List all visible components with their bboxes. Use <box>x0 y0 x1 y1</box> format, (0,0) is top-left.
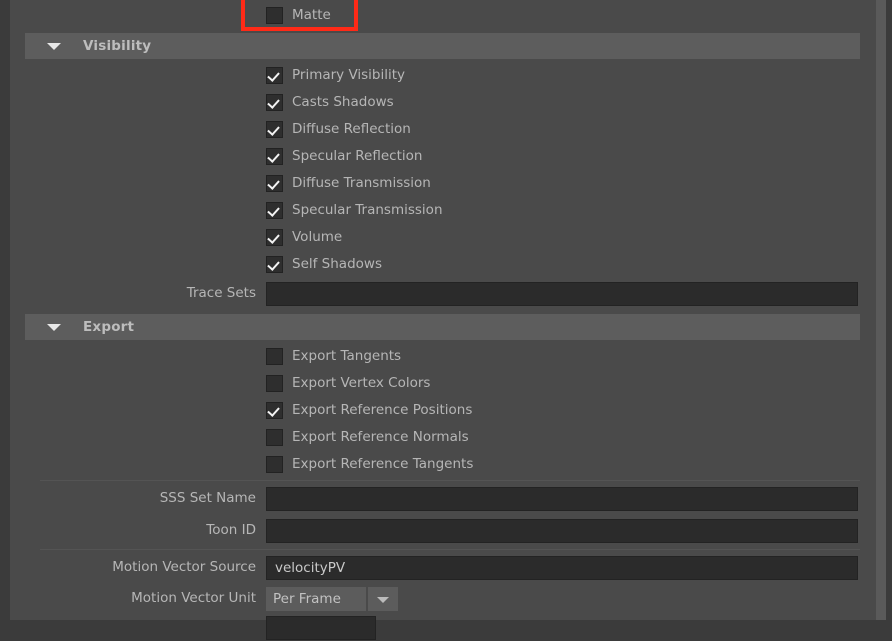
self-shadows-checkbox[interactable] <box>266 256 283 273</box>
checkbox-row-diffuse-transmission[interactable]: Diffuse Transmission <box>10 170 876 197</box>
specular-transmission-label: Specular Transmission <box>292 202 443 218</box>
toon-id-input[interactable] <box>266 519 858 543</box>
primary-visibility-label: Primary Visibility <box>292 67 406 83</box>
trace-sets-row: Trace Sets <box>10 280 876 307</box>
self-shadows-label: Self Shadows <box>292 256 382 272</box>
checkbox-row-export-reference-tangents[interactable]: Export Reference Tangents <box>10 451 876 478</box>
chevron-down-icon <box>377 597 389 603</box>
section-header-export[interactable]: Export <box>25 314 860 340</box>
separator <box>40 549 860 550</box>
section-title-export: Export <box>83 319 135 335</box>
export-vertex-colors-checkbox[interactable] <box>266 375 283 392</box>
separator <box>40 480 860 481</box>
export-vertex-colors-label: Export Vertex Colors <box>292 375 431 391</box>
export-reference-normals-label: Export Reference Normals <box>292 429 469 445</box>
diffuse-transmission-label: Diffuse Transmission <box>292 175 431 191</box>
vertical-scrollbar[interactable] <box>876 0 886 620</box>
checkbox-row-export-reference-normals[interactable]: Export Reference Normals <box>10 424 876 451</box>
matte-row[interactable]: Matte <box>10 2 876 29</box>
toon-id-label: Toon ID <box>206 522 256 538</box>
casts-shadows-label: Casts Shadows <box>292 94 394 110</box>
checkbox-row-diffuse-reflection[interactable]: Diffuse Reflection <box>10 116 876 143</box>
matte-label: Matte <box>292 7 331 23</box>
export-tangents-label: Export Tangents <box>292 348 402 364</box>
checkbox-row-primary-visibility[interactable]: Primary Visibility <box>10 62 876 89</box>
specular-reflection-label: Specular Reflection <box>292 148 423 164</box>
motion-vector-unit-row: Motion Vector Unit Per Frame <box>10 585 876 612</box>
trace-sets-label: Trace Sets <box>186 285 256 301</box>
settings-panel: Matte Visibility Primary Visibility Cast… <box>10 0 876 640</box>
right-edge <box>886 0 892 620</box>
sss-set-name-label: SSS Set Name <box>159 490 256 506</box>
section-title-visibility: Visibility <box>83 38 152 54</box>
motion-vector-unit-label: Motion Vector Unit <box>131 590 256 606</box>
motion-vector-source-input[interactable]: velocityPV <box>266 556 858 580</box>
diffuse-reflection-label: Diffuse Reflection <box>292 121 411 137</box>
volume-label: Volume <box>292 229 343 245</box>
motion-vector-unit-dropdown-button[interactable] <box>368 587 398 611</box>
sss-set-name-row: SSS Set Name <box>10 485 876 512</box>
volume-checkbox[interactable] <box>266 229 283 246</box>
specular-transmission-checkbox[interactable] <box>266 202 283 219</box>
left-gutter <box>0 0 10 620</box>
section-header-visibility[interactable]: Visibility <box>25 33 860 59</box>
export-reference-tangents-label: Export Reference Tangents <box>292 456 474 472</box>
motion-vector-source-row: Motion Vector Source velocityPV <box>10 554 876 581</box>
checkbox-row-self-shadows[interactable]: Self Shadows <box>10 251 876 278</box>
triangle-down-icon[interactable] <box>47 324 61 331</box>
checkbox-row-export-vertex-colors[interactable]: Export Vertex Colors <box>10 370 876 397</box>
export-reference-positions-label: Export Reference Positions <box>292 402 473 418</box>
checkbox-row-specular-reflection[interactable]: Specular Reflection <box>10 143 876 170</box>
export-reference-positions-checkbox[interactable] <box>266 402 283 419</box>
motion-vector-source-label: Motion Vector Source <box>112 559 256 575</box>
export-reference-tangents-checkbox[interactable] <box>266 456 283 473</box>
attribute-editor-panel: Matte Visibility Primary Visibility Cast… <box>0 0 892 640</box>
diffuse-reflection-checkbox[interactable] <box>266 121 283 138</box>
partial-row-bottom <box>10 614 876 641</box>
checkbox-row-casts-shadows[interactable]: Casts Shadows <box>10 89 876 116</box>
matte-checkbox[interactable] <box>266 7 283 24</box>
export-tangents-checkbox[interactable] <box>266 348 283 365</box>
checkbox-row-volume[interactable]: Volume <box>10 224 876 251</box>
trace-sets-input[interactable] <box>266 282 858 306</box>
sss-set-name-input[interactable] <box>266 487 858 511</box>
specular-reflection-checkbox[interactable] <box>266 148 283 165</box>
casts-shadows-checkbox[interactable] <box>266 94 283 111</box>
toon-id-row: Toon ID <box>10 517 876 544</box>
primary-visibility-checkbox[interactable] <box>266 67 283 84</box>
checkbox-row-specular-transmission[interactable]: Specular Transmission <box>10 197 876 224</box>
export-reference-normals-checkbox[interactable] <box>266 429 283 446</box>
diffuse-transmission-checkbox[interactable] <box>266 175 283 192</box>
triangle-down-icon[interactable] <box>47 43 61 50</box>
checkbox-row-export-reference-positions[interactable]: Export Reference Positions <box>10 397 876 424</box>
motion-vector-unit-dropdown[interactable]: Per Frame <box>266 587 366 611</box>
checkbox-row-export-tangents[interactable]: Export Tangents <box>10 343 876 370</box>
